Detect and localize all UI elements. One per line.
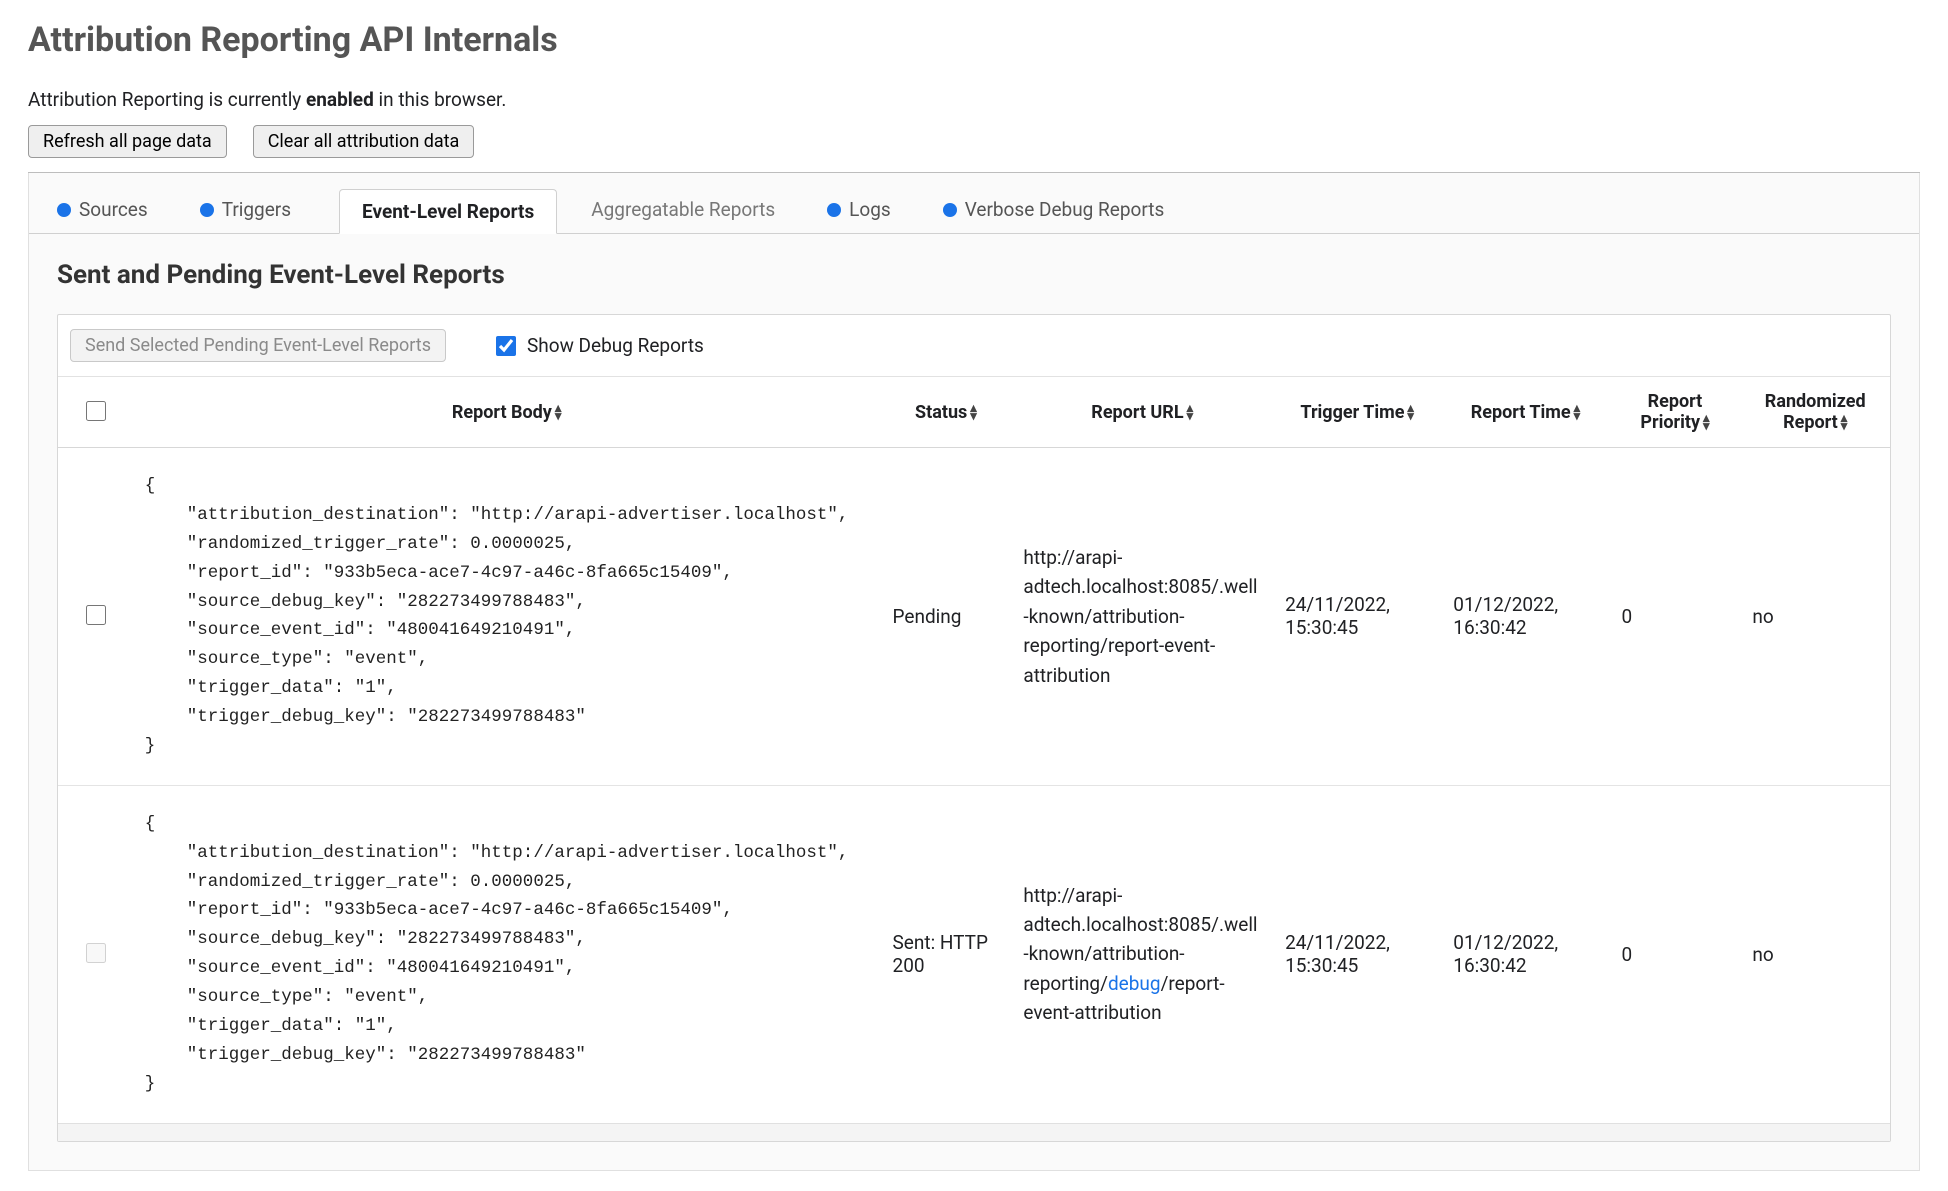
cell-select — [58, 448, 133, 786]
sort-icon: ▴▾ — [1841, 415, 1848, 431]
col-label: Report URL — [1091, 402, 1183, 423]
cell-report-time: 01/12/2022, 16:30:42 — [1441, 448, 1609, 786]
refresh-button[interactable]: Refresh all page data — [28, 125, 227, 158]
sort-icon: ▴▾ — [1187, 405, 1194, 421]
tab-label: Verbose Debug Reports — [965, 198, 1165, 221]
col-label: Status — [915, 402, 967, 423]
status-enabled: enabled — [306, 88, 374, 111]
status-prefix: Attribution Reporting is currently — [28, 88, 306, 111]
tab-aggregatable-reports[interactable]: Aggregatable Reports — [587, 190, 793, 233]
reports-table-container: Send Selected Pending Event-Level Report… — [57, 314, 1891, 1142]
dot-icon — [200, 203, 214, 217]
cell-report-body: { "attribution_destination": "http://ara… — [133, 785, 881, 1122]
cell-priority: 0 — [1610, 448, 1741, 786]
show-debug-checkbox[interactable] — [496, 336, 516, 356]
sort-icon: ▴▾ — [1703, 415, 1710, 431]
col-trigger-time[interactable]: Trigger Time▴▾ — [1273, 377, 1441, 448]
cell-randomized: no — [1740, 785, 1890, 1122]
tab-label: Sources — [79, 198, 148, 221]
cell-report-url: http://arapi-adtech.localhost:8085/.well… — [1011, 785, 1273, 1122]
tab-label: Event-Level Reports — [362, 200, 534, 223]
cell-randomized: no — [1740, 448, 1890, 786]
tab-logs[interactable]: Logs — [823, 190, 909, 233]
dot-icon — [57, 203, 71, 217]
report-body-json: { "attribution_destination": "http://ara… — [145, 810, 869, 1099]
cell-trigger-time: 24/11/2022, 15:30:45 — [1273, 448, 1441, 786]
cell-report-url: http://arapi-adtech.localhost:8085/.well… — [1011, 448, 1273, 786]
col-label: Report Body — [452, 402, 552, 423]
sort-icon: ▴▾ — [1574, 405, 1581, 421]
col-label: Trigger Time — [1300, 402, 1404, 423]
tab-label: Aggregatable Reports — [591, 198, 775, 221]
col-report-priority[interactable]: Report Priority▴▾ — [1610, 377, 1741, 448]
clear-button[interactable]: Clear all attribution data — [253, 125, 475, 158]
sort-icon: ▴▾ — [555, 405, 562, 421]
cell-select — [58, 785, 133, 1122]
panel-heading: Sent and Pending Event-Level Reports — [57, 260, 1891, 290]
col-report-url[interactable]: Report URL▴▾ — [1011, 377, 1273, 448]
cell-report-body: { "attribution_destination": "http://ara… — [133, 448, 881, 786]
cell-status: Pending — [881, 448, 1012, 786]
dot-icon — [827, 203, 841, 217]
cell-status: Sent: HTTP 200 — [881, 785, 1012, 1122]
col-report-body[interactable]: Report Body▴▾ — [133, 377, 881, 448]
col-label: Report Priority — [1640, 391, 1702, 433]
tab-sources[interactable]: Sources — [53, 190, 166, 233]
status-suffix: in this browser. — [374, 88, 507, 111]
row-checkbox[interactable] — [86, 943, 106, 963]
sort-icon: ▴▾ — [1407, 405, 1414, 421]
col-label: Randomized Report — [1765, 391, 1866, 433]
table-row: { "attribution_destination": "http://ara… — [58, 785, 1890, 1122]
tab-verbose-debug-reports[interactable]: Verbose Debug Reports — [939, 190, 1183, 233]
cell-trigger-time: 24/11/2022, 15:30:45 — [1273, 785, 1441, 1122]
status-line: Attribution Reporting is currently enabl… — [28, 88, 1920, 111]
tab-event-level-reports[interactable]: Event-Level Reports — [339, 189, 557, 234]
url-debug-segment: debug — [1108, 972, 1161, 995]
col-report-time[interactable]: Report Time▴▾ — [1441, 377, 1609, 448]
sort-icon: ▴▾ — [970, 405, 977, 421]
col-label: Report Time — [1471, 402, 1571, 423]
tab-triggers[interactable]: Triggers — [196, 190, 309, 233]
cell-priority: 0 — [1610, 785, 1741, 1122]
page-title: Attribution Reporting API Internals — [28, 20, 1920, 60]
send-selected-button[interactable]: Send Selected Pending Event-Level Report… — [70, 329, 446, 362]
show-debug-label[interactable]: Show Debug Reports — [492, 333, 704, 359]
row-checkbox[interactable] — [86, 605, 106, 625]
table-footer-pad — [58, 1123, 1890, 1141]
tab-label: Triggers — [222, 198, 291, 221]
tab-bar: Sources Triggers Event-Level Reports Agg… — [29, 173, 1919, 234]
col-select — [58, 377, 133, 448]
show-debug-text: Show Debug Reports — [527, 334, 704, 357]
reports-table: Report Body▴▾ Status▴▾ Report URL▴▾ Trig… — [58, 377, 1890, 1123]
dot-icon — [943, 203, 957, 217]
cell-report-time: 01/12/2022, 16:30:42 — [1441, 785, 1609, 1122]
report-body-json: { "attribution_destination": "http://ara… — [145, 472, 869, 761]
table-row: { "attribution_destination": "http://ara… — [58, 448, 1890, 786]
tab-label: Logs — [849, 198, 891, 221]
select-all-checkbox[interactable] — [86, 401, 106, 421]
col-status[interactable]: Status▴▾ — [881, 377, 1012, 448]
col-randomized-report[interactable]: Randomized Report▴▾ — [1740, 377, 1890, 448]
